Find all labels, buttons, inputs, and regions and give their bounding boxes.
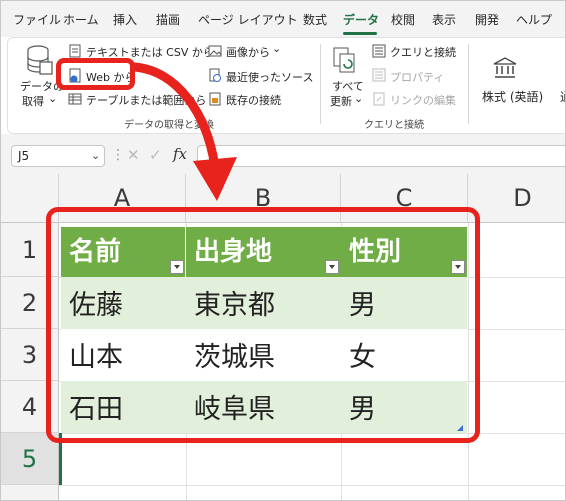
excel-window: ファイル ホーム 挿入 描画 ページ レイアウト 数式 データ 校閲 表示 開発… — [0, 0, 566, 501]
pointer-arrow — [130, 62, 237, 201]
